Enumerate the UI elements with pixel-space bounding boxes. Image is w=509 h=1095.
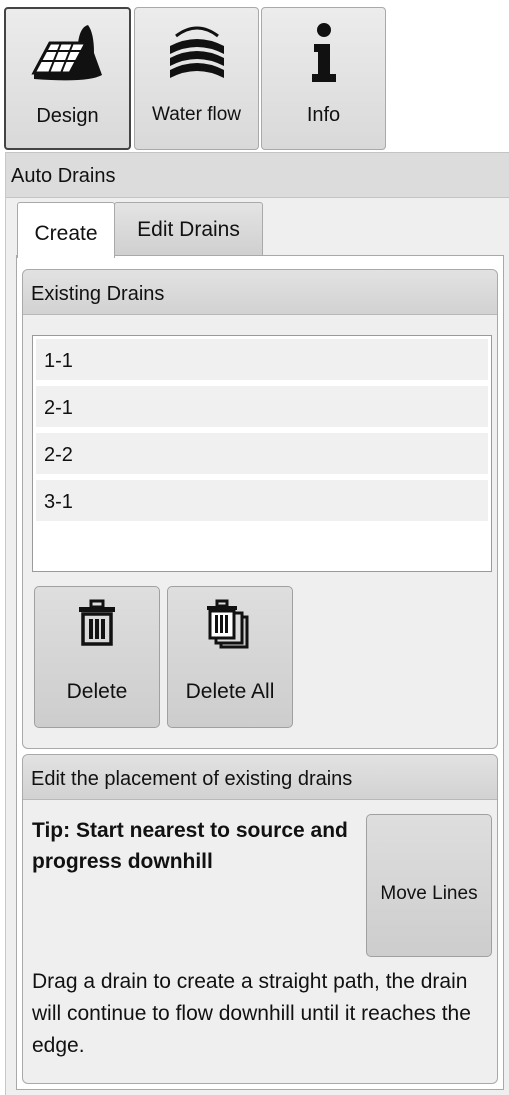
delete-all-icon [168,599,292,656]
edit-placement-header: Edit the placement of existing drains [23,755,497,800]
existing-drains-header: Existing Drains [23,270,497,315]
delete-button[interactable]: Delete [34,586,160,728]
move-lines-button[interactable]: Move Lines [366,814,492,957]
list-item[interactable]: 2-1 [36,386,488,429]
tab-edit-drains-label: Edit Drains [137,218,240,241]
list-item[interactable]: 3-1 [36,480,488,523]
delete-all-label: Delete All [185,680,275,703]
panel-title: Auto Drains [11,165,116,187]
delete-all-button[interactable]: Delete All [167,586,293,728]
water-flow-label: Water flow [151,104,242,125]
tab-create-label: Create [34,222,98,245]
trash-icon [35,599,159,652]
edit-placement-group: Edit the placement of existing drains Ti… [22,754,498,1084]
move-lines-label: Move Lines [380,883,478,904]
delete-label: Delete [66,680,128,703]
info-label: Info [306,104,341,126]
create-tab-content: Existing Drains 1-1 2-1 2-2 3-1 Delete D… [16,255,504,1090]
drains-list[interactable]: 1-1 2-1 2-2 3-1 [32,335,492,572]
tab-create[interactable]: Create [17,202,115,258]
auto-drains-panel: Auto Drains Create Edit Drains Existing … [5,152,509,1095]
design-icon [6,23,129,85]
design-button[interactable]: Design [4,7,131,150]
tip-text: Tip: Start nearest to source and progres… [32,819,348,873]
list-item[interactable]: 1-1 [36,339,488,382]
water-flow-button[interactable]: Water flow [134,7,259,150]
design-label: Design [36,105,99,127]
list-item[interactable]: 2-2 [36,433,488,476]
tab-edit-drains[interactable]: Edit Drains [114,202,263,256]
description-text: Drag a drain to create a straight path, … [32,970,471,1057]
panel-header: Auto Drains [6,152,509,198]
existing-drains-title: Existing Drains [31,283,165,305]
water-flow-icon [135,22,258,84]
existing-drains-group: Existing Drains 1-1 2-1 2-2 3-1 Delete D… [22,269,498,749]
info-icon [262,22,385,84]
edit-placement-title: Edit the placement of existing drains [31,768,353,790]
info-button[interactable]: Info [261,7,386,150]
